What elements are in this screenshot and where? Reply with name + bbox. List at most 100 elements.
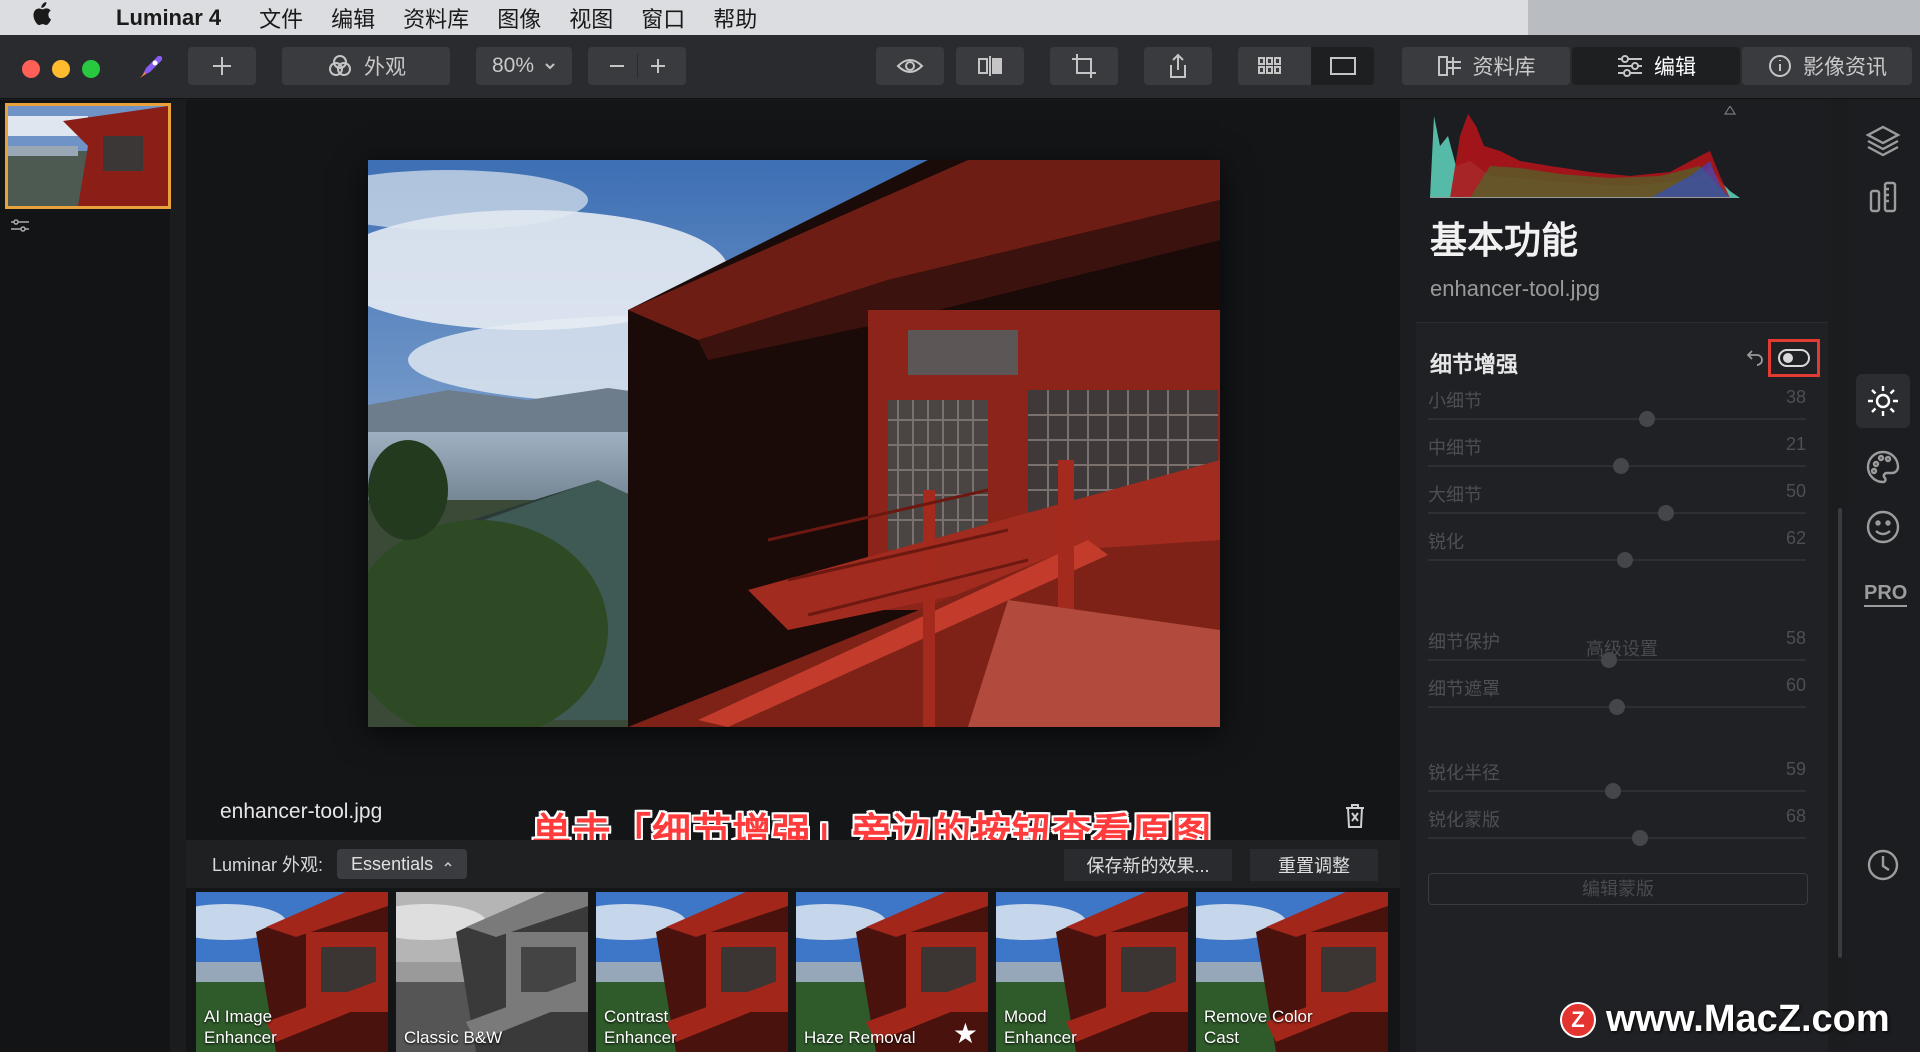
eye-icon bbox=[896, 59, 924, 73]
zoom-out-button[interactable] bbox=[607, 56, 627, 76]
slider-label: 小细节 bbox=[1428, 391, 1482, 411]
panel-scrollbar[interactable] bbox=[1838, 508, 1842, 958]
slider-knob[interactable] bbox=[1616, 552, 1633, 568]
slider-knob[interactable] bbox=[1605, 783, 1622, 799]
slider-sharpen-radius[interactable]: 锐化半径 59 bbox=[1428, 759, 1806, 807]
slider-track bbox=[1428, 512, 1806, 514]
canvas-tools-icon[interactable] bbox=[1862, 176, 1904, 218]
pro-tools-icon[interactable]: PRO bbox=[1864, 582, 1908, 607]
looks-bar-label: Luminar 外观: bbox=[212, 855, 324, 875]
zoom-select[interactable]: 80% bbox=[476, 47, 572, 85]
favorite-star-icon[interactable]: ★ bbox=[953, 1017, 978, 1050]
creative-palette-icon[interactable] bbox=[1862, 446, 1904, 488]
look-thumbnail[interactable]: Mood Enhancer bbox=[996, 892, 1188, 1052]
slider-knob[interactable] bbox=[1639, 411, 1656, 427]
slider-medium-details[interactable]: 中细节 21 bbox=[1428, 434, 1806, 482]
slider-label: 大细节 bbox=[1428, 485, 1482, 505]
look-thumbnail[interactable]: Classic B&W bbox=[396, 892, 588, 1052]
preview-toggle-button[interactable] bbox=[876, 47, 944, 85]
slider-details-masking[interactable]: 细节遮罩 60 bbox=[1428, 675, 1806, 723]
look-label: Contrast Enhancer bbox=[604, 1007, 677, 1047]
adjustments-icon[interactable] bbox=[10, 218, 30, 239]
essentials-sun-icon[interactable] bbox=[1856, 374, 1910, 428]
details-enhancer-section: 细节增强 小细节 38 中细节 21 大细节 50 锐化 62 高级设置 细节保… bbox=[1416, 322, 1828, 1052]
grid-view-button[interactable] bbox=[1238, 56, 1301, 76]
filmstrip-sidebar bbox=[0, 100, 171, 1052]
slider-label: 细节保护 bbox=[1428, 632, 1500, 652]
portrait-face-icon[interactable] bbox=[1862, 506, 1904, 548]
slider-knob[interactable] bbox=[1601, 652, 1618, 668]
library-icon bbox=[1437, 56, 1461, 76]
single-view-button[interactable] bbox=[1311, 47, 1374, 85]
image-filename: enhancer-tool.jpg bbox=[220, 800, 383, 823]
compare-button[interactable] bbox=[956, 47, 1024, 85]
share-button[interactable] bbox=[1144, 47, 1212, 85]
slider-track bbox=[1428, 837, 1806, 839]
menu-bar: Luminar 4 文件 编辑 资料库 图像 视图 窗口 帮助 bbox=[0, 0, 1920, 35]
watermark: Z www.MacZ.com bbox=[1560, 998, 1890, 1041]
slider-value: 68 bbox=[1785, 806, 1806, 826]
tab-edit[interactable]: 编辑 bbox=[1572, 47, 1740, 85]
history-clock-icon[interactable] bbox=[1862, 844, 1904, 886]
slider-knob[interactable] bbox=[1612, 458, 1629, 474]
look-thumbnail[interactable]: Remove Color Cast bbox=[1196, 892, 1388, 1052]
menu-edit[interactable]: 编辑 bbox=[331, 2, 375, 34]
minimize-window-button[interactable] bbox=[52, 60, 70, 78]
tab-info[interactable]: 影像资讯 bbox=[1742, 47, 1912, 85]
histogram bbox=[1430, 104, 1770, 199]
slider-details-protection[interactable]: 细节保护 58 bbox=[1428, 628, 1806, 676]
menu-image[interactable]: 图像 bbox=[497, 2, 541, 34]
section-enable-toggle[interactable] bbox=[1778, 349, 1810, 367]
slider-sharpen[interactable]: 锐化 62 bbox=[1428, 528, 1806, 576]
tools-icon-bar: PRO bbox=[1846, 100, 1920, 1052]
section-title[interactable]: 细节增强 bbox=[1430, 347, 1518, 379]
slider-knob[interactable] bbox=[1658, 505, 1675, 521]
slider-sharpen-masking[interactable]: 锐化蒙版 68 bbox=[1428, 806, 1806, 854]
single-image-icon bbox=[1329, 57, 1356, 75]
save-new-look-button[interactable]: 保存新的效果... bbox=[1064, 849, 1232, 881]
crop-button[interactable] bbox=[1050, 47, 1118, 85]
plus-icon bbox=[213, 57, 231, 75]
look-thumbnail[interactable]: Haze Removal ★ bbox=[796, 892, 988, 1052]
layers-icon[interactable] bbox=[1862, 120, 1904, 162]
tab-info-label: 影像资讯 bbox=[1803, 56, 1887, 79]
rocket-icon[interactable] bbox=[136, 52, 166, 87]
zoom-window-button[interactable] bbox=[82, 60, 100, 78]
slider-small-details[interactable]: 小细节 38 bbox=[1428, 387, 1806, 435]
slider-large-details[interactable]: 大细节 50 bbox=[1428, 481, 1806, 529]
apple-icon[interactable] bbox=[30, 2, 76, 33]
menu-library[interactable]: 资料库 bbox=[403, 2, 469, 34]
app-menu[interactable]: Luminar 4 bbox=[116, 5, 221, 31]
look-thumbnail[interactable]: AI Image Enhancer bbox=[196, 892, 388, 1052]
reset-adjustments-button[interactable]: 重置调整 bbox=[1250, 849, 1378, 881]
tab-library[interactable]: 资料库 bbox=[1402, 47, 1570, 85]
look-thumbnail[interactable]: Contrast Enhancer bbox=[596, 892, 788, 1052]
panel-title: 基本功能 bbox=[1430, 220, 1578, 261]
main-photo[interactable] bbox=[368, 160, 1220, 727]
menu-view[interactable]: 视图 bbox=[569, 2, 613, 34]
looks-bar: Luminar 外观: Essentials 保存新的效果... 重置调整 bbox=[186, 840, 1400, 888]
edit-mask-button[interactable]: 编辑蒙版 bbox=[1428, 873, 1808, 905]
filmstrip-thumbnail[interactable] bbox=[5, 103, 171, 209]
looks-button[interactable]: 外观 bbox=[282, 47, 450, 85]
slider-knob[interactable] bbox=[1631, 830, 1648, 846]
compare-split-icon bbox=[978, 56, 1002, 76]
sliders-icon bbox=[1618, 55, 1642, 77]
trash-icon[interactable] bbox=[1344, 803, 1366, 834]
menu-file[interactable]: 文件 bbox=[259, 2, 303, 34]
grid-icon bbox=[1257, 57, 1281, 74]
menu-window[interactable]: 窗口 bbox=[641, 2, 685, 34]
chevron-up-icon bbox=[444, 861, 452, 867]
menu-help[interactable]: 帮助 bbox=[713, 2, 757, 34]
zoom-controls bbox=[588, 47, 686, 85]
look-label: AI Image Enhancer bbox=[204, 1007, 277, 1047]
zoom-in-button[interactable] bbox=[648, 56, 668, 76]
slider-knob[interactable] bbox=[1609, 699, 1625, 715]
add-photos-button[interactable] bbox=[188, 47, 256, 85]
close-window-button[interactable] bbox=[22, 60, 40, 78]
undo-icon[interactable] bbox=[1746, 347, 1766, 372]
looks-category-select[interactable]: Essentials bbox=[337, 849, 468, 879]
look-label: Classic B&W bbox=[404, 1028, 503, 1047]
view-mode-group bbox=[1238, 47, 1374, 85]
looks-strip: AI Image Enhancer Classic B&W Contrast E… bbox=[196, 892, 1400, 1052]
